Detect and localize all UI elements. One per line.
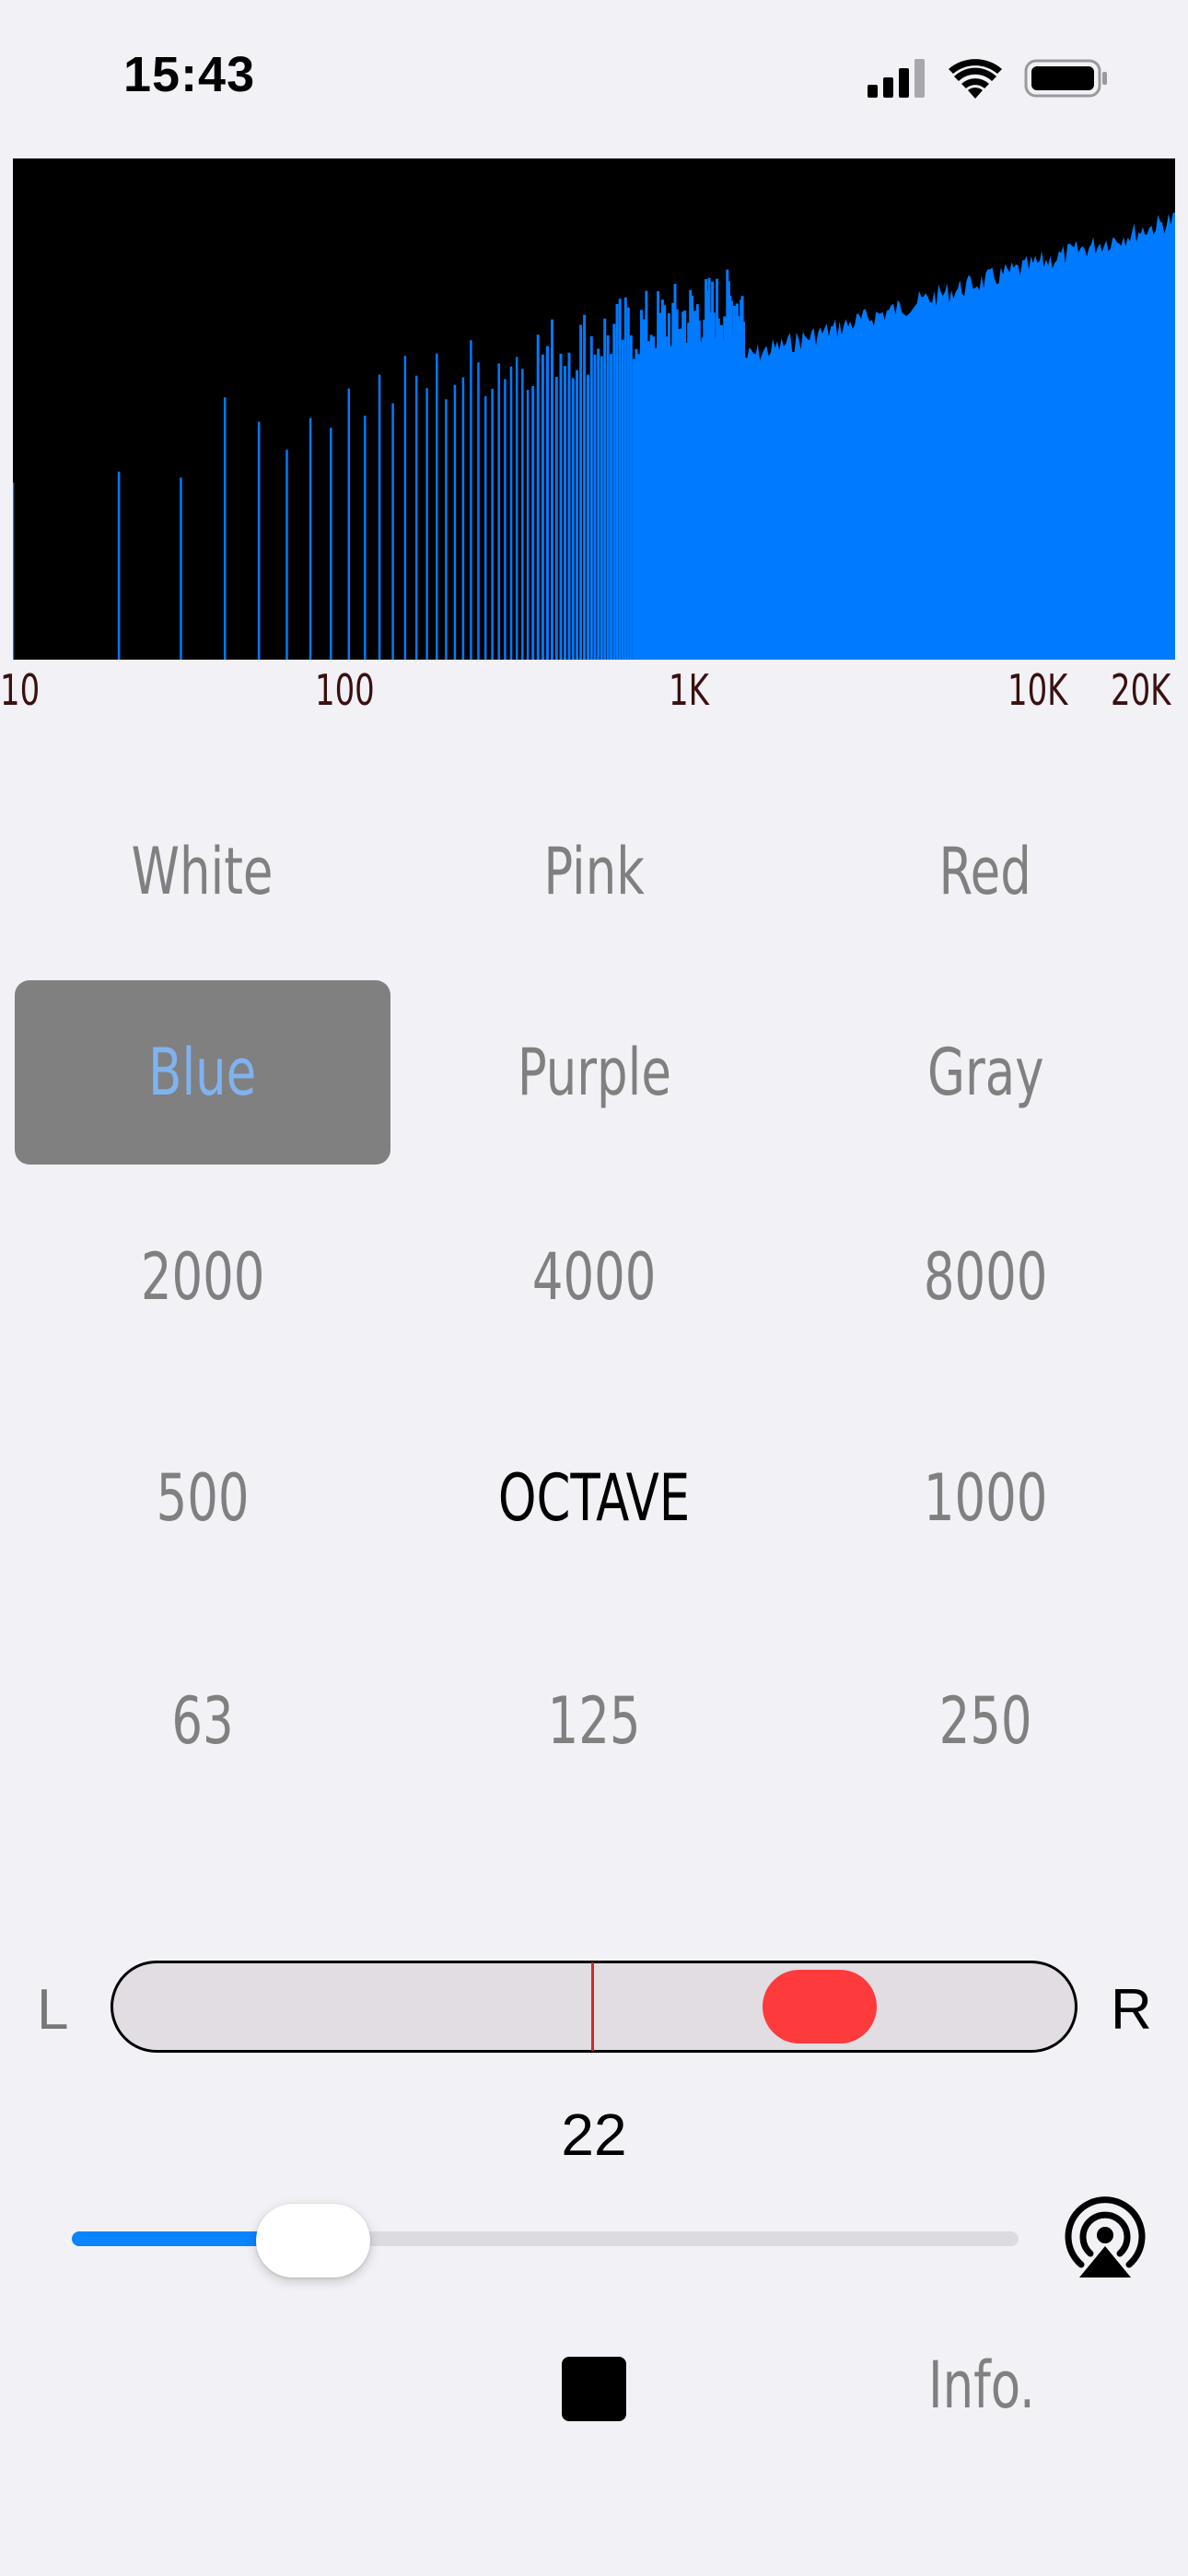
stop-button[interactable]	[562, 2357, 626, 2421]
noise-white-label: White	[132, 834, 274, 909]
noise-pink-button[interactable]: Pink	[406, 779, 782, 964]
band-125-button[interactable]: 125	[406, 1629, 782, 1813]
noise-blue-label: Blue	[148, 1035, 257, 1110]
noise-red-label: Red	[938, 834, 1032, 909]
band-500-button[interactable]: 500	[15, 1406, 390, 1590]
noise-red-button[interactable]: Red	[798, 779, 1173, 964]
balance-slider-track[interactable]	[111, 1961, 1077, 2053]
band-4000-button[interactable]: 4000	[406, 1185, 782, 1369]
band-1000-button[interactable]: 1000	[798, 1406, 1173, 1590]
band-1000-label: 1000	[923, 1460, 1048, 1536]
band-4000-label: 4000	[531, 1239, 657, 1315]
band-63-button[interactable]: 63	[15, 1629, 390, 1813]
band-250-label: 250	[938, 1683, 1032, 1759]
info-label: Info.	[928, 2348, 1035, 2423]
balance-right-label: R	[1111, 1978, 1152, 2042]
spectrum-dense-area	[744, 212, 1175, 660]
wifi-icon	[949, 59, 1002, 99]
noise-blue-button[interactable]: Blue	[15, 980, 390, 1165]
octave-mode-label: OCTAVE	[497, 1460, 691, 1536]
freq-label-10: 10	[0, 665, 41, 715]
spectrum-display	[13, 158, 1175, 660]
cellular-signal-icon	[868, 59, 925, 98]
status-time: 15:43	[123, 47, 256, 102]
airplay-icon[interactable]	[1061, 2193, 1149, 2281]
balance-center-marker	[591, 1962, 594, 2051]
balance-left-label: L	[37, 1978, 69, 2042]
noise-purple-button[interactable]: Purple	[406, 980, 782, 1165]
freq-label-1k: 1K	[669, 665, 709, 715]
band-63-label: 63	[171, 1683, 234, 1759]
freq-label-20k: 20K	[1111, 665, 1171, 715]
band-125-label: 125	[547, 1683, 641, 1759]
band-250-button[interactable]: 250	[798, 1629, 1173, 1813]
band-2000-button[interactable]: 2000	[15, 1185, 390, 1369]
band-2000-label: 2000	[140, 1239, 265, 1315]
noise-purple-label: Purple	[517, 1035, 671, 1110]
balance-slider-thumb[interactable]	[763, 1970, 877, 2043]
noise-white-button[interactable]: White	[15, 779, 390, 964]
volume-value: 22	[561, 2102, 627, 2168]
volume-slider-thumb[interactable]	[256, 2204, 370, 2277]
freq-label-100: 100	[315, 665, 375, 715]
info-button[interactable]: Info.	[928, 2348, 1055, 2423]
battery-icon	[1024, 59, 1107, 98]
band-500-label: 500	[156, 1460, 250, 1536]
octave-mode-button[interactable]: OCTAVE	[406, 1406, 782, 1590]
band-8000-button[interactable]: 8000	[798, 1185, 1173, 1369]
status-icons	[868, 57, 1109, 100]
band-8000-label: 8000	[923, 1239, 1048, 1315]
noise-gray-label: Gray	[926, 1035, 1044, 1110]
freq-label-10k: 10K	[1007, 665, 1068, 715]
noise-pink-label: Pink	[543, 834, 645, 909]
spectrum-chart	[13, 212, 1175, 660]
noise-gray-button[interactable]: Gray	[798, 980, 1173, 1165]
